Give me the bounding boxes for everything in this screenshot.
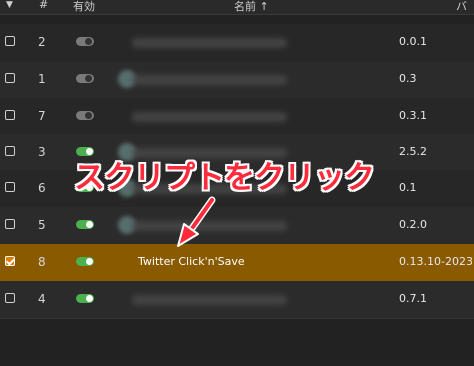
table-row[interactable]: 5 0.2.0 [0,207,474,245]
table-header: ▼ # 有効 名前 ↑ バ [0,0,474,15]
enabled-toggle[interactable] [76,37,94,46]
script-version: 0.13.10-2023.0 [399,255,474,268]
row-number: 2 [38,35,46,49]
row-number: 6 [38,181,46,195]
annotation-text: スクリプトをクリック [74,160,375,196]
table-row-selected[interactable]: 8 Twitter Click'n'Save 0.13.10-2023.0 [0,244,474,282]
script-version: 0.0.1 [399,35,427,48]
row-checkbox[interactable] [5,293,15,303]
column-header-enabled[interactable]: 有効 [73,0,95,14]
row-checkbox[interactable] [5,73,15,83]
row-checkbox[interactable] [5,36,15,46]
row-checkbox[interactable] [5,182,15,192]
script-version: 0.3 [399,72,417,85]
row-number: 8 [38,255,46,269]
script-version: 0.7.1 [399,292,427,305]
row-number: 1 [38,72,46,86]
enabled-toggle[interactable] [76,111,94,120]
script-version: 0.3.1 [399,109,427,122]
row-checkbox[interactable] [5,219,15,229]
script-version: 0.2.0 [399,218,427,231]
column-header-version[interactable]: バ [456,0,467,14]
row-number: 5 [38,218,46,232]
sort-dropdown-icon[interactable]: ▼ [6,0,13,10]
column-header-number[interactable]: # [39,0,48,11]
table-row[interactable]: 7 0.3.1 [0,98,474,136]
row-checkbox[interactable] [5,110,15,120]
table-row[interactable]: 1 0.3 [0,61,474,99]
script-version: 2.5.2 [399,145,427,158]
row-number: 4 [38,292,46,306]
script-version: 0.1 [399,181,417,194]
script-name-redacted[interactable] [132,295,287,305]
row-number: 7 [38,109,46,123]
column-header-name[interactable]: 名前 ↑ [234,0,269,14]
row-checkbox[interactable] [5,256,15,266]
enabled-toggle[interactable] [76,74,94,83]
row-checkbox[interactable] [5,146,15,156]
table-row[interactable]: 4 0.7.1 [0,281,474,319]
enabled-toggle[interactable] [76,220,94,229]
annotation-arrow-icon [177,196,216,247]
script-name[interactable]: Twitter Click'n'Save [138,255,245,268]
script-name-redacted[interactable] [132,38,287,48]
script-name-redacted[interactable] [132,75,287,85]
enabled-toggle[interactable] [76,257,94,266]
row-number: 3 [38,145,46,159]
enabled-toggle[interactable] [76,294,94,303]
table-row[interactable]: 2 0.0.1 [0,24,474,62]
script-name-redacted[interactable] [132,112,287,122]
